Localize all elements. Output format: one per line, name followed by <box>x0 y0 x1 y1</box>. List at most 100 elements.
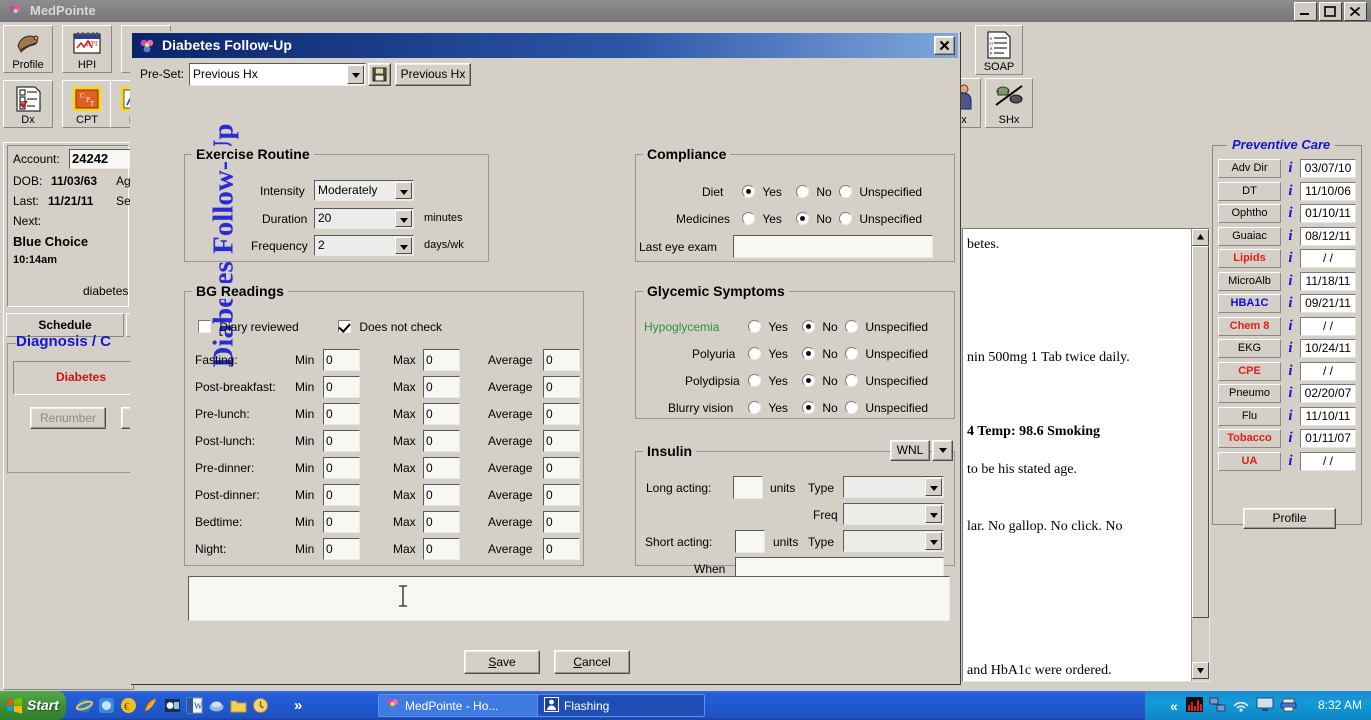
display-icon[interactable] <box>1256 697 1274 715</box>
close-button[interactable] <box>1344 2 1367 21</box>
pc-date-field[interactable]: / / <box>1300 249 1356 268</box>
pc-name-button[interactable]: UA <box>1218 452 1281 471</box>
start-button[interactable]: Start <box>0 691 66 720</box>
notes-scrollbar[interactable] <box>1191 229 1209 681</box>
word-icon[interactable]: W <box>186 697 203 714</box>
account-value[interactable]: 24242 <box>69 149 139 169</box>
save-button[interactable]: Save <box>464 650 540 674</box>
toolbar-button-soap[interactable]: S O A P SOAP <box>975 25 1023 75</box>
preset-combo[interactable]: Previous Hx <box>189 63 366 86</box>
internet-explorer-icon[interactable] <box>76 697 93 714</box>
previous-hx-button[interactable]: Previous Hx <box>395 63 471 86</box>
polyuria-yes-radio[interactable]: Yes <box>748 347 797 361</box>
bg-max-input[interactable]: 0 <box>423 430 460 452</box>
hypoglycemia-unspecified-radio[interactable]: Unspecified <box>845 320 937 334</box>
pc-date-field[interactable]: / / <box>1300 362 1356 381</box>
chevron-down-icon[interactable] <box>925 532 942 550</box>
info-icon[interactable]: i <box>1281 363 1300 380</box>
pc-date-field[interactable]: 01/11/07 <box>1300 429 1356 448</box>
bg-max-input[interactable]: 0 <box>423 538 460 560</box>
toolbar-button-cpt[interactable]: C P T CPT <box>62 80 112 128</box>
chevron-down-icon[interactable] <box>395 237 412 254</box>
chevron-down-icon[interactable] <box>925 478 942 496</box>
pc-name-button[interactable]: HBA1C <box>1218 294 1281 313</box>
bg-max-input[interactable]: 0 <box>423 349 460 371</box>
diet-yes-radio[interactable]: Yes <box>742 185 791 199</box>
pc-name-button[interactable]: Ophtho <box>1218 204 1281 223</box>
bg-max-input[interactable]: 0 <box>423 457 460 479</box>
pc-date-field[interactable]: / / <box>1300 317 1356 336</box>
info-icon[interactable]: i <box>1281 340 1300 357</box>
pc-date-field[interactable]: 02/20/07 <box>1300 384 1356 403</box>
diet-no-radio[interactable]: No <box>796 185 841 199</box>
pc-name-button[interactable]: Pneumo <box>1218 384 1281 403</box>
polydipsia-unspecified-radio[interactable]: Unspecified <box>845 374 937 388</box>
renumber-button[interactable]: Renumber <box>30 407 106 429</box>
info-icon[interactable]: i <box>1281 385 1300 402</box>
short-acting-type-combo[interactable] <box>843 530 944 552</box>
pc-date-field[interactable]: 01/10/11 <box>1300 204 1356 223</box>
chevron-down-icon[interactable] <box>925 505 942 523</box>
pc-name-button[interactable]: Tobacco <box>1218 429 1281 448</box>
medicines-unspecified-radio[interactable]: Unspecified <box>839 212 931 226</box>
pc-date-field[interactable]: / / <box>1300 452 1356 471</box>
bg-min-input[interactable]: 0 <box>323 349 360 371</box>
bg-max-input[interactable]: 0 <box>423 484 460 506</box>
polydipsia-no-radio[interactable]: No <box>802 374 847 388</box>
scrollbar-thumb[interactable] <box>1192 246 1209 618</box>
pc-date-field[interactable]: 09/21/11 <box>1300 294 1356 313</box>
bg-max-input[interactable]: 0 <box>423 511 460 533</box>
polyuria-unspecified-radio[interactable]: Unspecified <box>845 347 937 361</box>
bg-max-input[interactable]: 0 <box>423 403 460 425</box>
intensity-combo[interactable]: Moderately <box>314 180 414 201</box>
polydipsia-yes-radio[interactable]: Yes <box>748 374 797 388</box>
wnl-dropdown-button[interactable] <box>932 440 953 461</box>
chevron-down-icon[interactable] <box>347 65 364 84</box>
scroll-up-button[interactable] <box>1192 229 1209 246</box>
pc-name-button[interactable]: Lipids <box>1218 249 1281 268</box>
minimize-button[interactable] <box>1294 2 1317 21</box>
hypoglycemia-no-radio[interactable]: No <box>802 320 847 334</box>
toolbar-button-hpi[interactable]: HPI HPI <box>62 25 112 73</box>
info-icon[interactable]: i <box>1281 453 1300 470</box>
bg-avg-input[interactable]: 0 <box>543 484 580 506</box>
info-icon[interactable]: i <box>1281 160 1300 177</box>
short-acting-units-input[interactable] <box>735 530 765 553</box>
pc-name-button[interactable]: MicroAlb <box>1218 272 1281 291</box>
pc-date-field[interactable]: 11/18/11 <box>1300 272 1356 291</box>
info-icon[interactable]: i <box>1281 250 1300 267</box>
bg-min-input[interactable]: 0 <box>323 511 360 533</box>
pc-name-button[interactable]: DT <box>1218 182 1281 201</box>
clock-app-icon[interactable] <box>252 697 269 714</box>
diagnosis-list[interactable]: Diabetes <box>13 361 133 395</box>
pc-date-field[interactable]: 11/10/06 <box>1300 182 1356 201</box>
does-not-check-checkbox[interactable]: Does not check <box>338 320 442 334</box>
info-icon[interactable]: i <box>1281 273 1300 290</box>
chevron-down-icon[interactable] <box>395 210 412 227</box>
bg-min-input[interactable]: 0 <box>323 457 360 479</box>
browser-icon[interactable] <box>98 697 115 714</box>
bg-avg-input[interactable]: 0 <box>543 403 580 425</box>
pc-date-field[interactable]: 11/10/11 <box>1300 407 1356 426</box>
bg-avg-input[interactable]: 0 <box>543 376 580 398</box>
hypoglycemia-yes-radio[interactable]: Yes <box>748 320 797 334</box>
bg-avg-input[interactable]: 0 <box>543 457 580 479</box>
media-icon[interactable] <box>208 697 225 714</box>
wireless-icon[interactable] <box>1232 697 1250 715</box>
info-icon[interactable]: i <box>1281 205 1300 222</box>
bg-avg-input[interactable]: 0 <box>543 511 580 533</box>
info-icon[interactable]: i <box>1281 295 1300 312</box>
long-acting-type-combo[interactable] <box>843 476 944 498</box>
polyuria-no-radio[interactable]: No <box>802 347 847 361</box>
currency-icon[interactable]: € <box>120 697 137 714</box>
network-icon[interactable] <box>1209 697 1226 715</box>
toolbar-button-profile[interactable]: Profile <box>3 25 53 73</box>
info-icon[interactable]: i <box>1281 228 1300 245</box>
volume-meter-icon[interactable] <box>1186 697 1203 715</box>
pc-name-button[interactable]: CPE <box>1218 362 1281 381</box>
bg-avg-input[interactable]: 0 <box>543 430 580 452</box>
pc-date-field[interactable]: 03/07/10 <box>1300 159 1356 178</box>
toolbar-button-dx[interactable]: Dx <box>3 80 53 128</box>
long-acting-units-input[interactable] <box>733 476 763 499</box>
bg-min-input[interactable]: 0 <box>323 430 360 452</box>
